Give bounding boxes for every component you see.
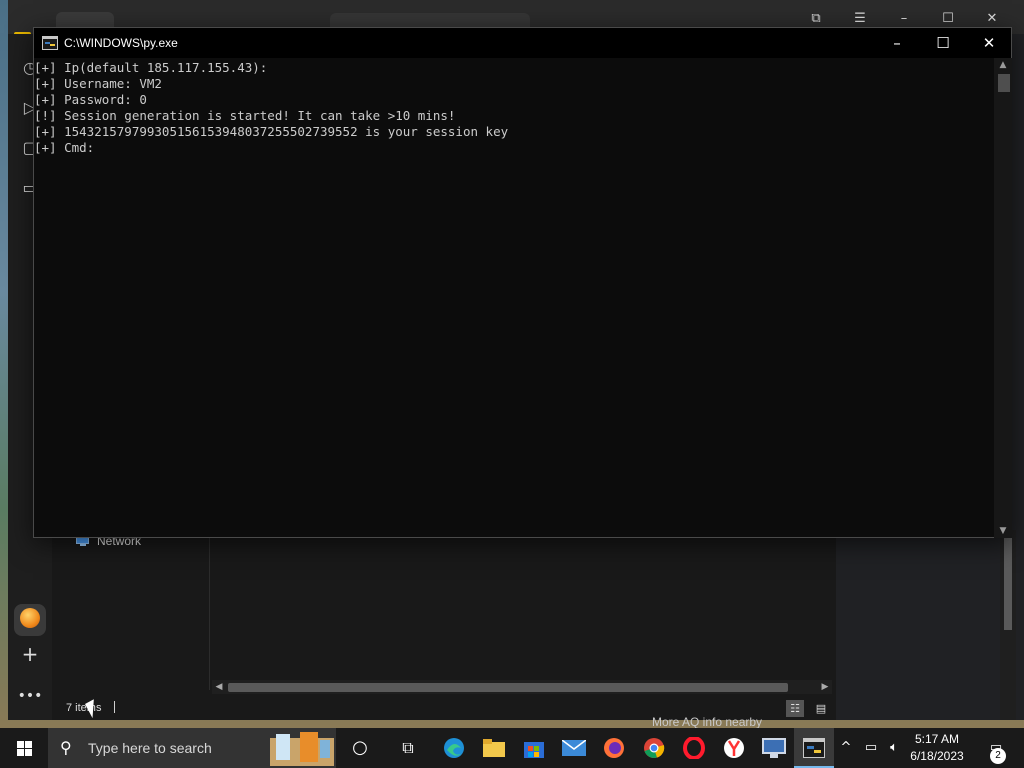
console-window[interactable]: C:\WINDOWS\py.exe – ☐ ✕ [+] Ip(default 1… (33, 27, 1012, 538)
browser-content-area (836, 530, 1000, 720)
horizontal-scroll-thumb[interactable] (228, 683, 788, 692)
vertical-scroll-thumb[interactable] (1004, 530, 1012, 630)
maximize-button[interactable]: ☐ (920, 28, 966, 58)
cortana-icon[interactable]: ○ (340, 728, 380, 768)
start-button[interactable] (0, 728, 48, 768)
taskbar-search-box[interactable]: ⚲ Type here to search (48, 728, 336, 768)
show-hidden-icons-chevron-icon[interactable]: ^ (836, 728, 856, 768)
notification-count-badge: 2 (990, 748, 1006, 764)
console-line: [+] Password: 0 (34, 92, 147, 107)
large-icons-view-button[interactable]: ▤ (812, 700, 830, 717)
weather-info-link[interactable]: More AQ info nearby (652, 716, 952, 728)
console-line: [!] Session generation is started! It ca… (34, 108, 456, 123)
file-explorer-window: Network ◀ ▶ 7 items ☷ ▤ (52, 530, 836, 720)
scroll-up-arrow-icon[interactable]: ▲ (994, 58, 1012, 72)
taskbar-clock[interactable]: 5:17 AM 6/18/2023 (902, 731, 972, 765)
minimize-button[interactable]: – (874, 28, 920, 58)
windows-logo-icon (17, 741, 32, 756)
status-separator (114, 701, 115, 713)
chrome-icon[interactable] (634, 728, 674, 768)
python-console-icon (42, 36, 58, 50)
console-scroll-thumb[interactable] (998, 74, 1010, 92)
mail-icon[interactable] (554, 728, 594, 768)
clock-date: 6/18/2023 (910, 749, 964, 763)
console-prompt-line[interactable]: [+] Cmd: (34, 140, 994, 156)
console-titlebar[interactable]: C:\WINDOWS\py.exe – ☐ ✕ (34, 28, 1011, 58)
taskbar: ⚲ Type here to search ○ ⧉ ^ ▭ 🔈︎ 5:17 AM… (0, 728, 1024, 768)
browser-vertical-scrollbar[interactable] (1000, 530, 1016, 720)
console-line: [+] Username: VM2 (34, 76, 162, 91)
maximize-icon: ☐ (936, 34, 950, 52)
python-console-taskbar-icon[interactable] (794, 728, 834, 768)
store-icon[interactable] (514, 728, 554, 768)
volume-muted-icon[interactable]: 🔈︎ (884, 728, 904, 768)
close-button[interactable]: ✕ (966, 28, 1012, 58)
network-app-icon[interactable] (754, 728, 794, 768)
scroll-right-arrow-icon[interactable]: ▶ (818, 680, 832, 694)
console-line: [+] 154321579799305156153948037255502739… (34, 124, 509, 139)
clock-time: 5:17 AM (914, 732, 960, 746)
console-line: [+] Ip(default 185.117.155.43): (34, 60, 268, 75)
opera-icon[interactable] (674, 728, 714, 768)
sidebar-app-weather[interactable] (14, 604, 46, 636)
sidebar-add-icon[interactable]: + (16, 640, 44, 668)
search-highlight-art-icon (270, 732, 334, 766)
scroll-down-arrow-icon[interactable]: ▼ (994, 524, 1012, 538)
yandex-browser-icon[interactable] (714, 728, 754, 768)
weather-orb-icon (20, 608, 40, 628)
minimize-icon: – (893, 34, 901, 52)
explorer-nav-pane: Network (52, 530, 210, 690)
explorer-horizontal-scrollbar[interactable]: ◀ ▶ (212, 680, 832, 694)
task-view-icon[interactable]: ⧉ (388, 728, 428, 768)
firefox-icon[interactable] (594, 728, 634, 768)
network-tray-icon[interactable]: ▭ (860, 728, 882, 768)
details-view-button[interactable]: ☷ (786, 700, 804, 717)
file-explorer-icon[interactable] (474, 728, 514, 768)
scroll-left-arrow-icon[interactable]: ◀ (212, 680, 226, 694)
search-placeholder: Type here to search (88, 740, 212, 756)
close-icon: ✕ (982, 34, 996, 52)
console-title: C:\WINDOWS\py.exe (64, 36, 178, 50)
search-icon: ⚲ (60, 738, 72, 757)
edge-icon[interactable] (434, 728, 474, 768)
console-scrollbar[interactable]: ▲ ▼ (994, 58, 1012, 538)
sidebar-more-icon[interactable]: ••• (16, 682, 44, 710)
console-output[interactable]: [+] Ip(default 185.117.155.43): [+] Usern… (34, 58, 994, 538)
